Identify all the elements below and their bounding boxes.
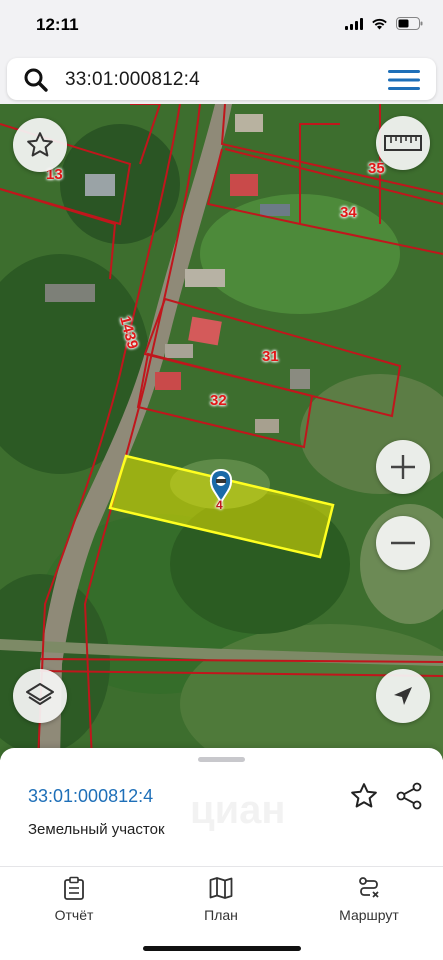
tab-route-label: Маршрут <box>339 907 399 923</box>
battery-icon <box>396 17 423 30</box>
layers-icon <box>26 683 54 705</box>
favorite-map-button[interactable] <box>13 118 67 172</box>
status-bar: 12:11 <box>0 0 443 52</box>
map-icon <box>209 877 233 899</box>
sheet-drag-handle[interactable] <box>198 757 245 762</box>
search-header: 33:01:000812:4 <box>0 52 443 104</box>
ruler-button[interactable] <box>376 116 430 170</box>
zoom-in-button[interactable] <box>376 440 430 494</box>
star-icon <box>27 132 53 157</box>
share-button[interactable] <box>394 781 424 816</box>
parcel-label-35: 35 <box>368 160 385 177</box>
clipboard-icon <box>64 876 84 900</box>
home-indicator[interactable] <box>143 946 301 951</box>
tab-plan-label: План <box>204 907 238 923</box>
tab-report-label: Отчёт <box>54 907 94 923</box>
route-icon <box>359 877 379 898</box>
search-bar[interactable]: 33:01:000812:4 <box>7 58 436 100</box>
cadastral-map[interactable]: 13 35 34 1439 31 32 4 <box>0 104 443 760</box>
satellite-imagery[interactable] <box>0 104 443 760</box>
plus-icon <box>391 455 415 479</box>
my-location-button[interactable] <box>376 669 430 723</box>
watermark-logo: циан <box>190 788 286 832</box>
ruler-icon <box>384 135 422 151</box>
parcel-label-4: 4 <box>216 498 223 512</box>
parcel-label-32: 32 <box>210 392 227 409</box>
tab-route[interactable]: Маршрут <box>314 875 424 923</box>
search-input[interactable]: 33:01:000812:4 <box>65 69 200 91</box>
cellular-signal-icon <box>345 17 363 30</box>
hamburger-menu-icon[interactable] <box>388 70 420 90</box>
layers-button[interactable] <box>13 669 67 723</box>
search-icon[interactable] <box>23 67 49 93</box>
wifi-icon <box>372 18 387 29</box>
navigation-arrow-icon <box>394 687 412 705</box>
tab-report[interactable]: Отчёт <box>19 875 129 923</box>
favorite-button[interactable] <box>349 781 379 816</box>
parcel-type: Земельный участок <box>28 821 165 838</box>
parcel-info-sheet[interactable]: циан 33:01:000812:4 Земельный участок <box>0 748 443 866</box>
bottom-tab-bar: Отчёт План Маршрут <box>0 866 443 960</box>
tab-plan[interactable]: План <box>166 875 276 923</box>
star-icon <box>351 783 377 808</box>
zoom-out-button[interactable] <box>376 516 430 570</box>
status-time: 12:11 <box>36 15 79 34</box>
parcel-label-34: 34 <box>340 204 357 221</box>
parcel-label-31: 31 <box>262 348 279 365</box>
status-icons <box>345 17 423 30</box>
share-icon <box>396 782 422 810</box>
minus-icon <box>391 541 415 545</box>
parcel-cadastral-number[interactable]: 33:01:000812:4 <box>28 786 153 807</box>
